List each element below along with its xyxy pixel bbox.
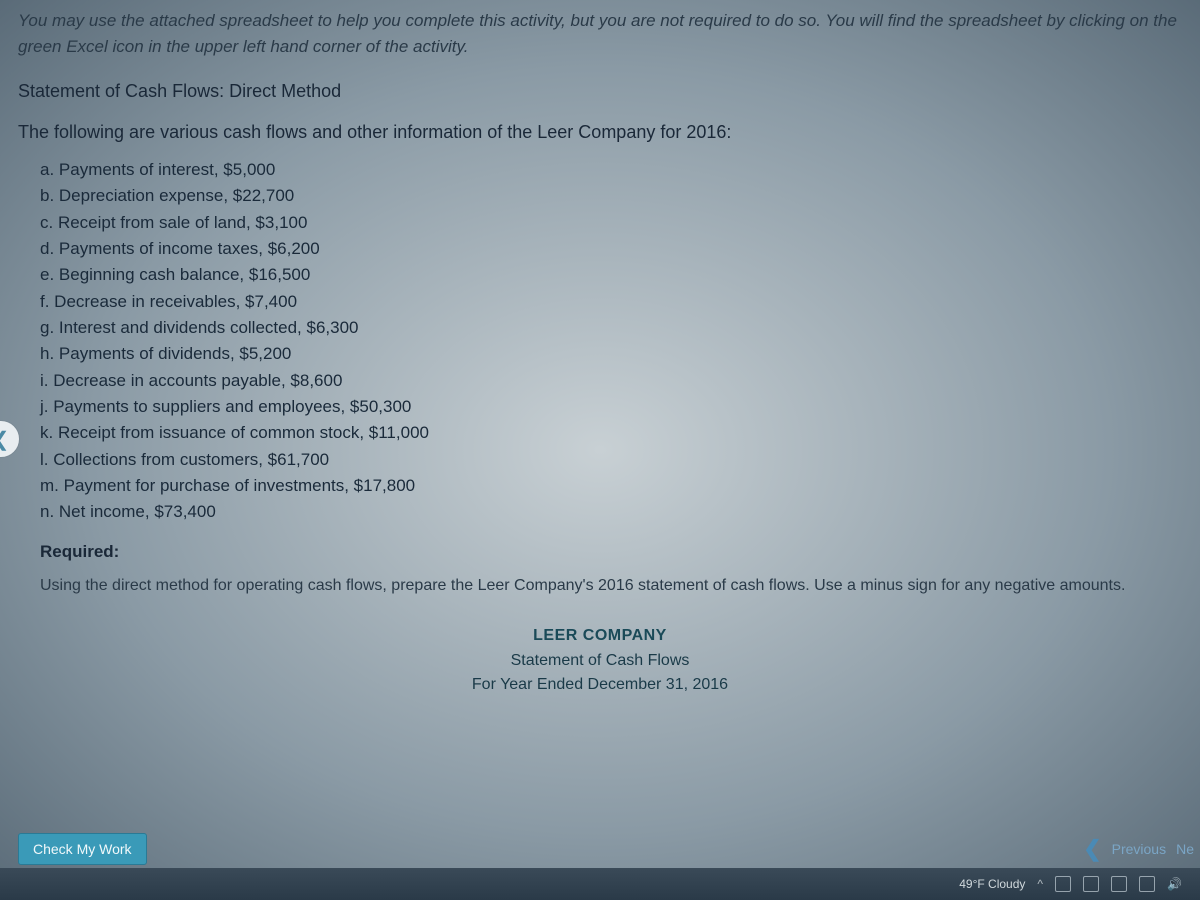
statement-header: LEER COMPANY Statement of Cash Flows For… — [18, 624, 1182, 698]
list-item: l. Collections from customers, $61,700 — [40, 447, 1182, 473]
chevron-up-icon[interactable]: ^ — [1037, 877, 1043, 891]
list-item: m. Payment for purchase of investments, … — [40, 473, 1182, 499]
chevron-left-icon: ❮ — [0, 427, 9, 452]
required-text: Using the direct method for operating ca… — [40, 574, 1182, 598]
list-item: e. Beginning cash balance, $16,500 — [40, 262, 1182, 288]
tray-icon[interactable] — [1111, 876, 1127, 892]
instruction-text: You may use the attached spreadsheet to … — [18, 8, 1182, 59]
statement-period: For Year Ended December 31, 2016 — [18, 673, 1182, 698]
list-item: a. Payments of interest, $5,000 — [40, 157, 1182, 183]
tray-icon[interactable] — [1055, 876, 1071, 892]
list-item: f. Decrease in receivables, $7,400 — [40, 289, 1182, 315]
list-item: j. Payments to suppliers and employees, … — [40, 394, 1182, 420]
list-item: k. Receipt from issuance of common stock… — [40, 420, 1182, 446]
lead-text: The following are various cash flows and… — [18, 122, 1182, 143]
list-item: d. Payments of income taxes, $6,200 — [40, 236, 1182, 262]
check-my-work-button[interactable]: Check My Work — [18, 833, 147, 865]
section-title: Statement of Cash Flows: Direct Method — [18, 81, 1182, 102]
weather-text: 49°F Cloudy — [959, 877, 1025, 891]
previous-button[interactable]: Previous — [1112, 841, 1166, 857]
required-title: Required: — [40, 542, 1182, 562]
list-item: i. Decrease in accounts payable, $8,600 — [40, 368, 1182, 394]
next-button[interactable]: Ne — [1176, 841, 1194, 857]
list-item: b. Depreciation expense, $22,700 — [40, 183, 1182, 209]
list-item: g. Interest and dividends collected, $6,… — [40, 315, 1182, 341]
list-item: c. Receipt from sale of land, $3,100 — [40, 210, 1182, 236]
list-item: n. Net income, $73,400 — [40, 499, 1182, 525]
tray-icon[interactable] — [1139, 876, 1155, 892]
volume-icon[interactable]: 🔊 — [1167, 877, 1182, 891]
list-item: h. Payments of dividends, $5,200 — [40, 341, 1182, 367]
cash-flow-items: a. Payments of interest, $5,000 b. Depre… — [18, 157, 1182, 526]
weather-widget[interactable]: 49°F Cloudy — [959, 877, 1025, 891]
statement-company: LEER COMPANY — [18, 624, 1182, 649]
battery-icon[interactable] — [1083, 876, 1099, 892]
statement-title: Statement of Cash Flows — [18, 649, 1182, 674]
chevron-left-icon[interactable]: ❮ — [1083, 836, 1101, 862]
windows-taskbar: 49°F Cloudy ^ 🔊 — [0, 868, 1200, 900]
